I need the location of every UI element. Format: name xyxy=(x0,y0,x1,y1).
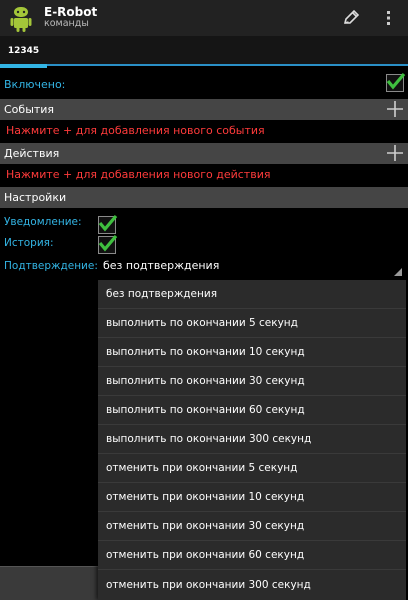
actions-section-header: Действия xyxy=(0,143,408,164)
notification-label: Уведомление: xyxy=(4,216,82,228)
tab-12345[interactable]: 12345 xyxy=(0,36,47,68)
tab-label: 12345 xyxy=(7,46,40,56)
dropdown-option[interactable]: выполнить по окончании 30 секунд xyxy=(98,367,406,396)
dropdown-option[interactable]: выполнить по окончании 300 секунд xyxy=(98,425,406,454)
events-section-header: События xyxy=(0,99,408,120)
settings-header-label: Настройки xyxy=(4,191,67,204)
edit-button[interactable] xyxy=(332,0,370,36)
dropdown-option[interactable]: отменить при окончании 60 секунд xyxy=(98,541,406,570)
checkmark-icon xyxy=(98,234,118,252)
action-bar: E-Robot команды xyxy=(0,0,408,36)
history-checkbox[interactable] xyxy=(98,234,118,254)
checkmark-icon xyxy=(98,214,118,232)
enabled-label: Включено: xyxy=(4,77,66,91)
app-subtitle: команды xyxy=(44,18,89,30)
enabled-checkbox[interactable] xyxy=(386,72,406,92)
dropdown-option[interactable]: отменить при окончании 10 секунд xyxy=(98,483,406,512)
confirmation-label: Подтверждение: xyxy=(4,260,98,272)
enabled-row: Включено: xyxy=(0,70,408,98)
dropdown-option[interactable]: отменить при окончании 5 секунд xyxy=(98,454,406,483)
bottom-bar xyxy=(0,566,98,600)
dropdown-option[interactable]: отменить при окончании 30 секунд xyxy=(98,512,406,541)
settings-section-header: Настройки xyxy=(0,187,408,208)
android-robot-icon[interactable] xyxy=(6,3,36,33)
dropdown-option[interactable]: отменить при окончании 300 секунд xyxy=(98,570,406,599)
action-bar-icons xyxy=(332,0,408,36)
overflow-menu-icon xyxy=(387,11,390,25)
confirmation-spinner[interactable]: без подтверждения xyxy=(103,259,219,272)
actions-header-label: Действия xyxy=(4,147,60,160)
overflow-menu-button[interactable] xyxy=(370,0,408,36)
checkmark-icon xyxy=(386,72,406,90)
spinner-arrow-icon xyxy=(394,268,402,276)
app-titles: E-Robot команды xyxy=(44,5,97,30)
screen: E-Robot команды 12345 Включено: События … xyxy=(0,0,408,600)
tab-bar: 12345 xyxy=(0,36,408,68)
tab-indicator xyxy=(0,64,47,68)
actions-hint: Нажмите + для добавления нового действия xyxy=(6,168,271,181)
history-label: История: xyxy=(4,237,54,249)
dropdown-option[interactable]: выполнить по окончании 60 секунд xyxy=(98,396,406,425)
dropdown-option[interactable]: выполнить по окончании 5 секунд xyxy=(98,309,406,338)
dropdown-option[interactable]: выполнить по окончании 10 секунд xyxy=(98,338,406,367)
dropdown-option[interactable]: без подтверждения xyxy=(98,280,406,309)
events-hint: Нажмите + для добавления нового события xyxy=(6,124,265,137)
events-header-label: События xyxy=(4,103,55,116)
plus-icon[interactable] xyxy=(386,144,404,162)
pencil-icon xyxy=(343,9,360,24)
plus-icon[interactable] xyxy=(386,100,404,118)
confirmation-dropdown: без подтверждения выполнить по окончании… xyxy=(98,280,406,600)
